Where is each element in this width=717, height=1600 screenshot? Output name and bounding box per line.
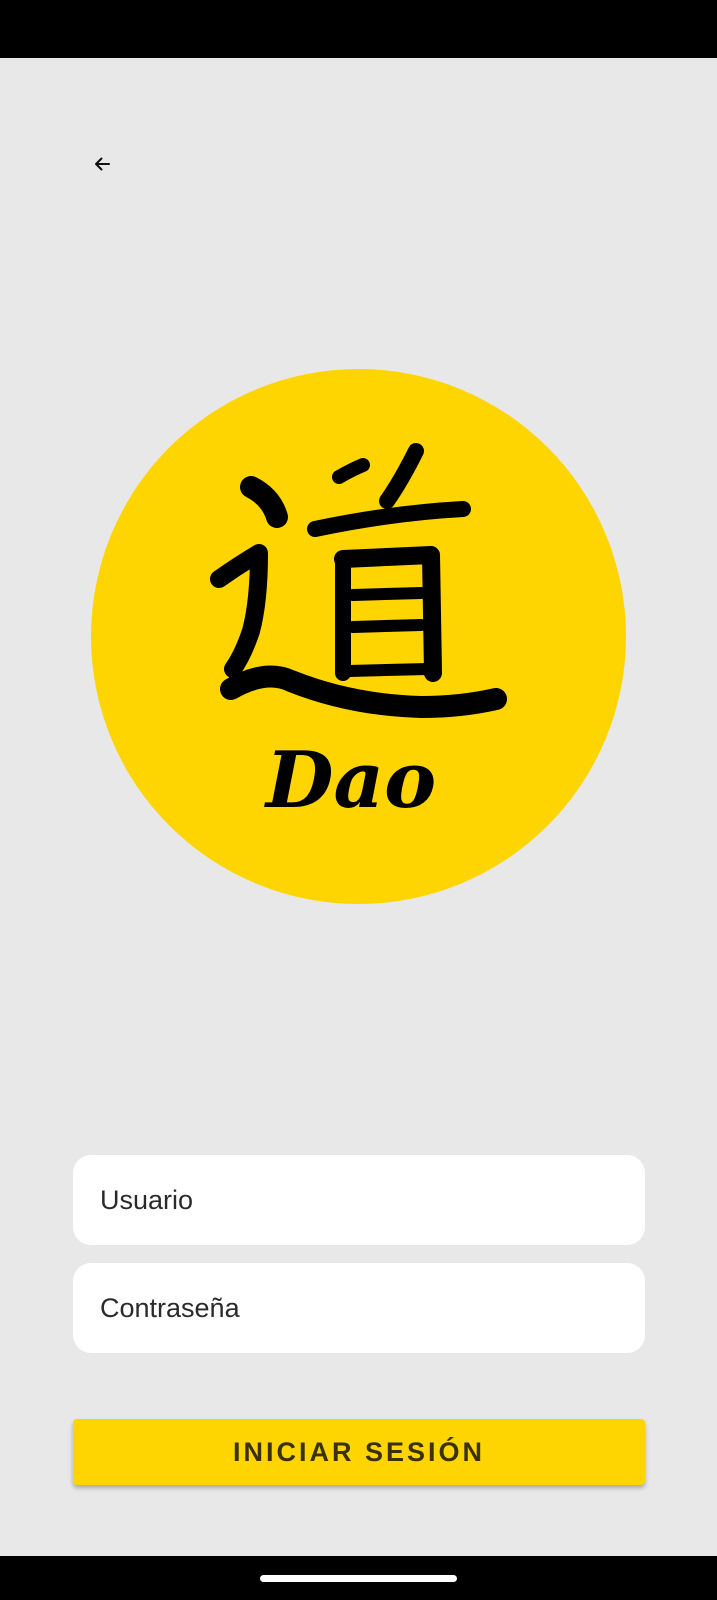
status-bar	[0, 0, 717, 58]
login-button[interactable]: INICIAR SESIÓN	[73, 1419, 645, 1485]
dao-logo: Dao	[91, 369, 626, 904]
dao-character-glyph	[210, 443, 507, 718]
dao-wordmark: Dao	[264, 735, 436, 826]
username-input[interactable]	[73, 1155, 645, 1245]
back-button[interactable]	[82, 144, 122, 184]
arrow-left-icon	[95, 157, 110, 171]
home-indicator[interactable]	[260, 1575, 457, 1582]
password-input[interactable]	[73, 1263, 645, 1353]
